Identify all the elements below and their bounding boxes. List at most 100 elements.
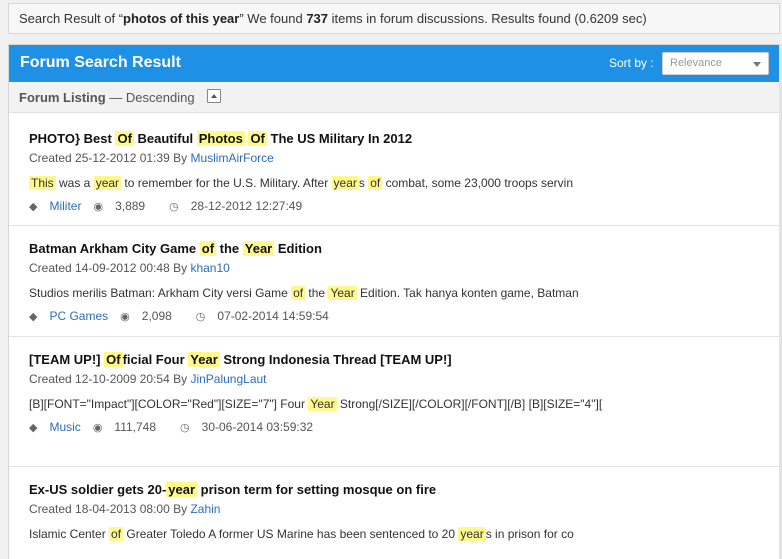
snippet-text: combat, some 23,000 troops servin — [382, 176, 574, 190]
result-title-link[interactable]: [TEAM UP!] Of ficial Four Year Strong Ind… — [29, 349, 479, 371]
title-text: ficial Four — [122, 352, 189, 367]
author-link[interactable]: JinPalungLaut — [190, 372, 266, 386]
category-link[interactable]: Militer — [49, 199, 81, 213]
title-text: [TEAM UP!] — [29, 352, 105, 367]
author-link[interactable]: khan10 — [190, 261, 229, 275]
tag-icon: ◆ — [29, 201, 38, 213]
tag-icon: ◆ — [29, 422, 38, 434]
snippet-text: Islamic Center — [29, 527, 110, 541]
result-snippet: Islamic Center of Greater Toledo A forme… — [29, 524, 779, 544]
category-link[interactable]: Music — [49, 420, 80, 434]
title-text: Edition — [274, 241, 322, 256]
summary-mid: ” We found — [239, 11, 307, 26]
search-result-item: Ex-US soldier gets 20- year prison term f… — [9, 467, 779, 559]
snippet-highlight: of — [109, 527, 124, 541]
title-highlight: Of — [248, 131, 267, 146]
snippet-highlight: year — [331, 176, 359, 190]
view-count-value: 2,098 — [141, 309, 172, 323]
eye-icon: ◉ — [92, 422, 103, 434]
sort-value: Relevance — [670, 57, 722, 69]
title-highlight: Of — [104, 352, 123, 367]
snippet-text: the — [305, 286, 329, 300]
eye-icon: ◉ — [120, 311, 130, 323]
clock-icon: ◷ — [180, 422, 190, 434]
snippet-highlight: year — [458, 527, 486, 541]
title-highlight: Of — [115, 131, 134, 146]
title-highlight: Year — [242, 241, 275, 256]
last-post-date: 28-12-2012 12:27:49 — [190, 199, 303, 213]
search-result-item: PHOTO} Best Of Beautiful Photos Of The U… — [9, 114, 779, 226]
result-snippet: Studios merilis Batman: Arkham City vers… — [29, 283, 779, 303]
last-post: ◷ 07-02-2014 14:59:54 — [196, 308, 341, 325]
last-post: ◷ 28-12-2012 12:27:49 — [169, 198, 314, 215]
panel-title: Forum Search Result — [20, 54, 181, 71]
snippet-highlight: of — [368, 176, 383, 190]
result-title-link[interactable]: Ex-US soldier gets 20- year prison term f… — [29, 479, 479, 501]
result-title-link[interactable]: Batman Arkham City Game of the Year Edit… — [29, 238, 479, 260]
category: ◆ PC Games — [29, 308, 108, 325]
snippet-text: to remember for the U.S. Military. After — [121, 176, 332, 190]
snippet-highlight: year — [93, 176, 122, 190]
snippet-text: Studios merilis Batman: Arkham City vers… — [29, 286, 292, 300]
clock-icon: ◷ — [169, 201, 179, 213]
category: ◆ Music — [29, 419, 81, 436]
snippet-text: [B][FONT="Impact"][COLOR="Red"][SIZE="7"… — [29, 397, 309, 411]
created-date: Created 18-04-2013 08:00 By — [29, 502, 191, 516]
snippet-text: Greater Toledo A former US Marine has be… — [123, 527, 459, 541]
sort-label: Sort by : — [609, 56, 654, 70]
search-result-item: Batman Arkham City Game of the Year Edit… — [9, 226, 779, 337]
snippet-text: Edition. Tak hanya konten game, Batman — [356, 286, 579, 300]
snippet-text: Strong[/SIZE][/COLOR][/FONT][/B] [B][SIZ… — [336, 397, 603, 411]
search-result-item: [TEAM UP!] Of ficial Four Year Strong Ind… — [9, 337, 779, 467]
panel-header: Forum Search Result Sort by : Relevance — [9, 45, 779, 82]
author-link[interactable]: MuslimAirForce — [190, 151, 273, 165]
search-summary-bar: Search Result of “photos of this year” W… — [8, 3, 780, 34]
result-snippet: This was a year to remember for the U.S.… — [29, 173, 779, 193]
forum-search-panel: Forum Search Result Sort by : Relevance … — [8, 44, 780, 559]
last-post-date: 30-06-2014 03:59:32 — [201, 420, 314, 434]
listing-label: Forum Listing — [19, 90, 106, 105]
snippet-highlight: Year — [328, 286, 357, 300]
summary-suffix: items in forum discussions. Results foun… — [328, 11, 647, 26]
last-post-date: 07-02-2014 14:59:54 — [217, 309, 329, 323]
result-meta: Created 18-04-2013 08:00 By Zahin — [29, 502, 779, 516]
snippet-highlight: Year — [308, 397, 337, 411]
snippet-highlight: of — [291, 286, 306, 300]
result-stats: ◆ PC Games ◉ 2,098 ◷ 07-02-2014 14:59:54 — [29, 308, 779, 325]
title-highlight: Photos — [196, 131, 245, 146]
result-stats: ◆ Music ◉ 111,748 ◷ 30-06-2014 03:59:32 — [29, 419, 779, 436]
last-post: ◷ 30-06-2014 03:59:32 — [180, 419, 325, 436]
eye-icon: ◉ — [93, 201, 104, 213]
view-count: ◉ 3,889 — [93, 198, 157, 215]
created-date: Created 14-09-2012 00:48 By — [29, 261, 191, 275]
tag-icon: ◆ — [29, 311, 38, 323]
result-meta: Created 14-09-2012 00:48 By khan10 — [29, 261, 779, 275]
title-text: PHOTO} Best — [29, 131, 116, 146]
title-text: prison term for setting mosque on fire — [197, 482, 437, 497]
snippet-highlight: This — [29, 176, 56, 190]
view-count-value: 111,748 — [114, 420, 157, 434]
sort-dropdown[interactable]: Relevance — [662, 52, 769, 75]
created-date: Created 25-12-2012 01:39 By — [29, 151, 191, 165]
view-count: ◉ 111,748 — [93, 419, 168, 436]
snippet-text: s — [358, 176, 369, 190]
chevron-down-icon — [753, 62, 761, 67]
title-highlight: Year — [188, 352, 220, 367]
collapse-toggle-icon[interactable] — [207, 89, 221, 103]
author-link[interactable]: Zahin — [190, 502, 220, 516]
category: ◆ Militer — [29, 198, 81, 215]
result-title-link[interactable]: PHOTO} Best Of Beautiful Photos Of The U… — [29, 128, 479, 150]
title-text: Strong Indonesia Thread [TEAM UP!] — [219, 352, 452, 367]
title-text: Beautiful — [133, 131, 197, 146]
view-count: ◉ 2,098 — [120, 308, 184, 325]
snippet-text: s in prison for co — [485, 527, 574, 541]
title-text: the — [216, 241, 243, 256]
category-link[interactable]: PC Games — [49, 309, 108, 323]
title-text: Batman Arkham City Game — [29, 241, 200, 256]
result-meta: Created 25-12-2012 01:39 By MuslimAirFor… — [29, 151, 779, 165]
result-stats: ◆ Militer ◉ 3,889 ◷ 28-12-2012 12:27:49 — [29, 198, 779, 215]
result-snippet: [B][FONT="Impact"][COLOR="Red"][SIZE="7"… — [29, 394, 779, 414]
summary-query: photos of this year — [123, 11, 240, 26]
view-count-value: 3,889 — [115, 199, 146, 213]
title-highlight: of — [199, 241, 217, 256]
